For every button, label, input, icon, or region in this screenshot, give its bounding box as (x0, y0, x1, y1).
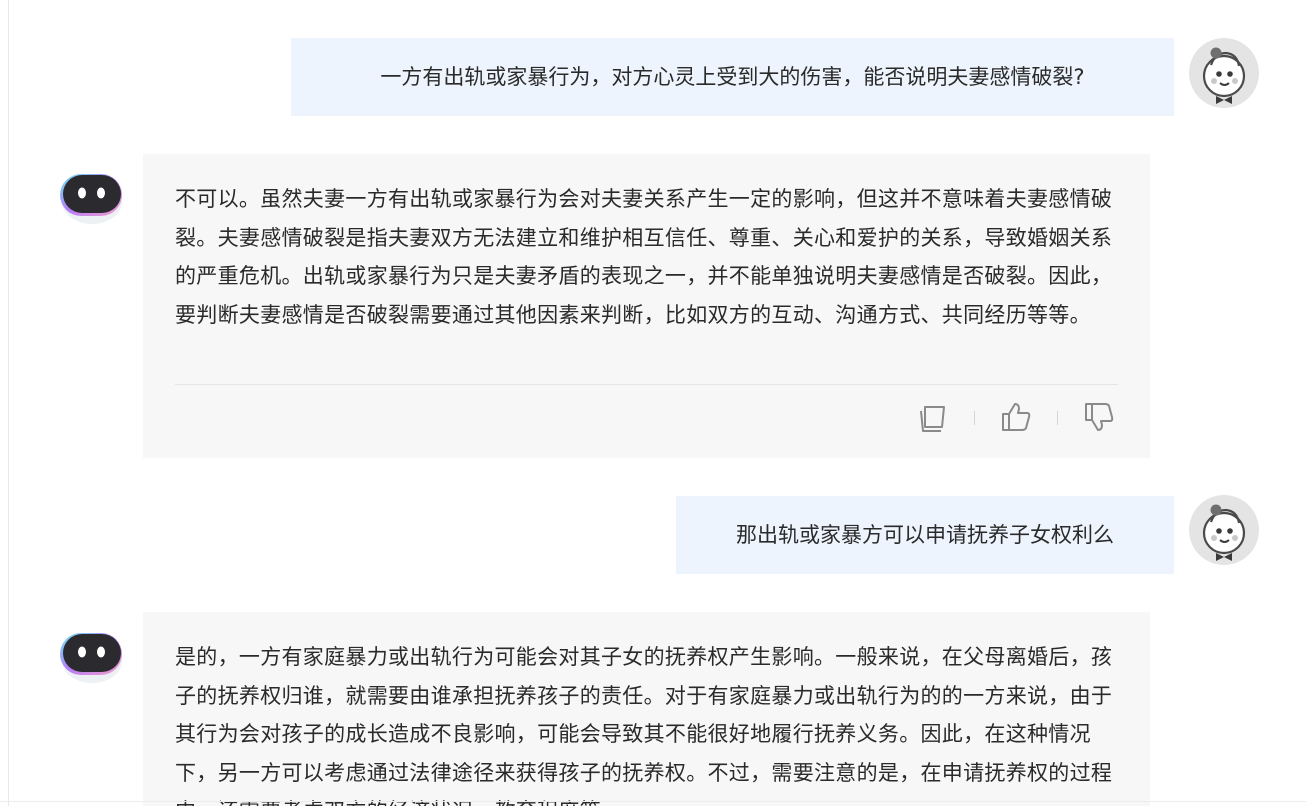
baby-avatar-icon (1189, 495, 1259, 565)
assistant-message-text: 是的，一方有家庭暴力或出轨行为可能会对其子女的抚养权产生影响。一般来说，在父母离… (175, 645, 1113, 806)
separator (1057, 411, 1058, 425)
divider (175, 384, 1118, 385)
dislike-button[interactable] (1083, 401, 1115, 433)
robot-avatar-icon (60, 174, 122, 224)
copy-icon (920, 406, 945, 432)
assistant-message-bubble: 不可以。虽然夫妻一方有出轨或家暴行为会对夫妻关系产生一定的影响，但这并不意味着夫… (143, 154, 1150, 458)
user-message-bubble: 那出轨或家暴方可以申请抚养子女权利么 (676, 496, 1174, 574)
assistant-message-bubble: 是的，一方有家庭暴力或出轨行为可能会对其子女的抚养权产生影响。一般来说，在父母离… (143, 612, 1150, 806)
thumbs-down-icon (1085, 403, 1114, 431)
message-actions (913, 399, 1123, 435)
like-button[interactable] (1000, 401, 1032, 433)
user-message-bubble: 一方有出轨或家暴行为，对方心灵上受到大的伤害，能否说明夫妻感情破裂? (291, 38, 1174, 116)
user-avatar (1189, 495, 1259, 565)
assistant-avatar (57, 158, 127, 228)
thumbs-up-icon (1002, 403, 1031, 431)
robot-avatar-icon (60, 633, 122, 683)
assistant-message-text: 不可以。虽然夫妻一方有出轨或家暴行为会对夫妻关系产生一定的影响，但这并不意味着夫… (175, 187, 1113, 327)
chat-window: 一方有出轨或家暴行为，对方心灵上受到大的伤害，能否说明夫妻感情破裂? 不可以。虽… (0, 0, 1306, 806)
separator (974, 411, 975, 425)
left-border (8, 0, 9, 806)
user-message-text: 一方有出轨或家暴行为，对方心灵上受到大的伤害，能否说明夫妻感情破裂? (380, 65, 1085, 89)
baby-avatar-icon (1189, 38, 1259, 108)
assistant-avatar (57, 617, 127, 687)
bottom-border (0, 801, 1306, 802)
user-message-text: 那出轨或家暴方可以申请抚养子女权利么 (736, 523, 1114, 547)
user-avatar (1189, 38, 1259, 108)
copy-button[interactable] (917, 401, 949, 433)
